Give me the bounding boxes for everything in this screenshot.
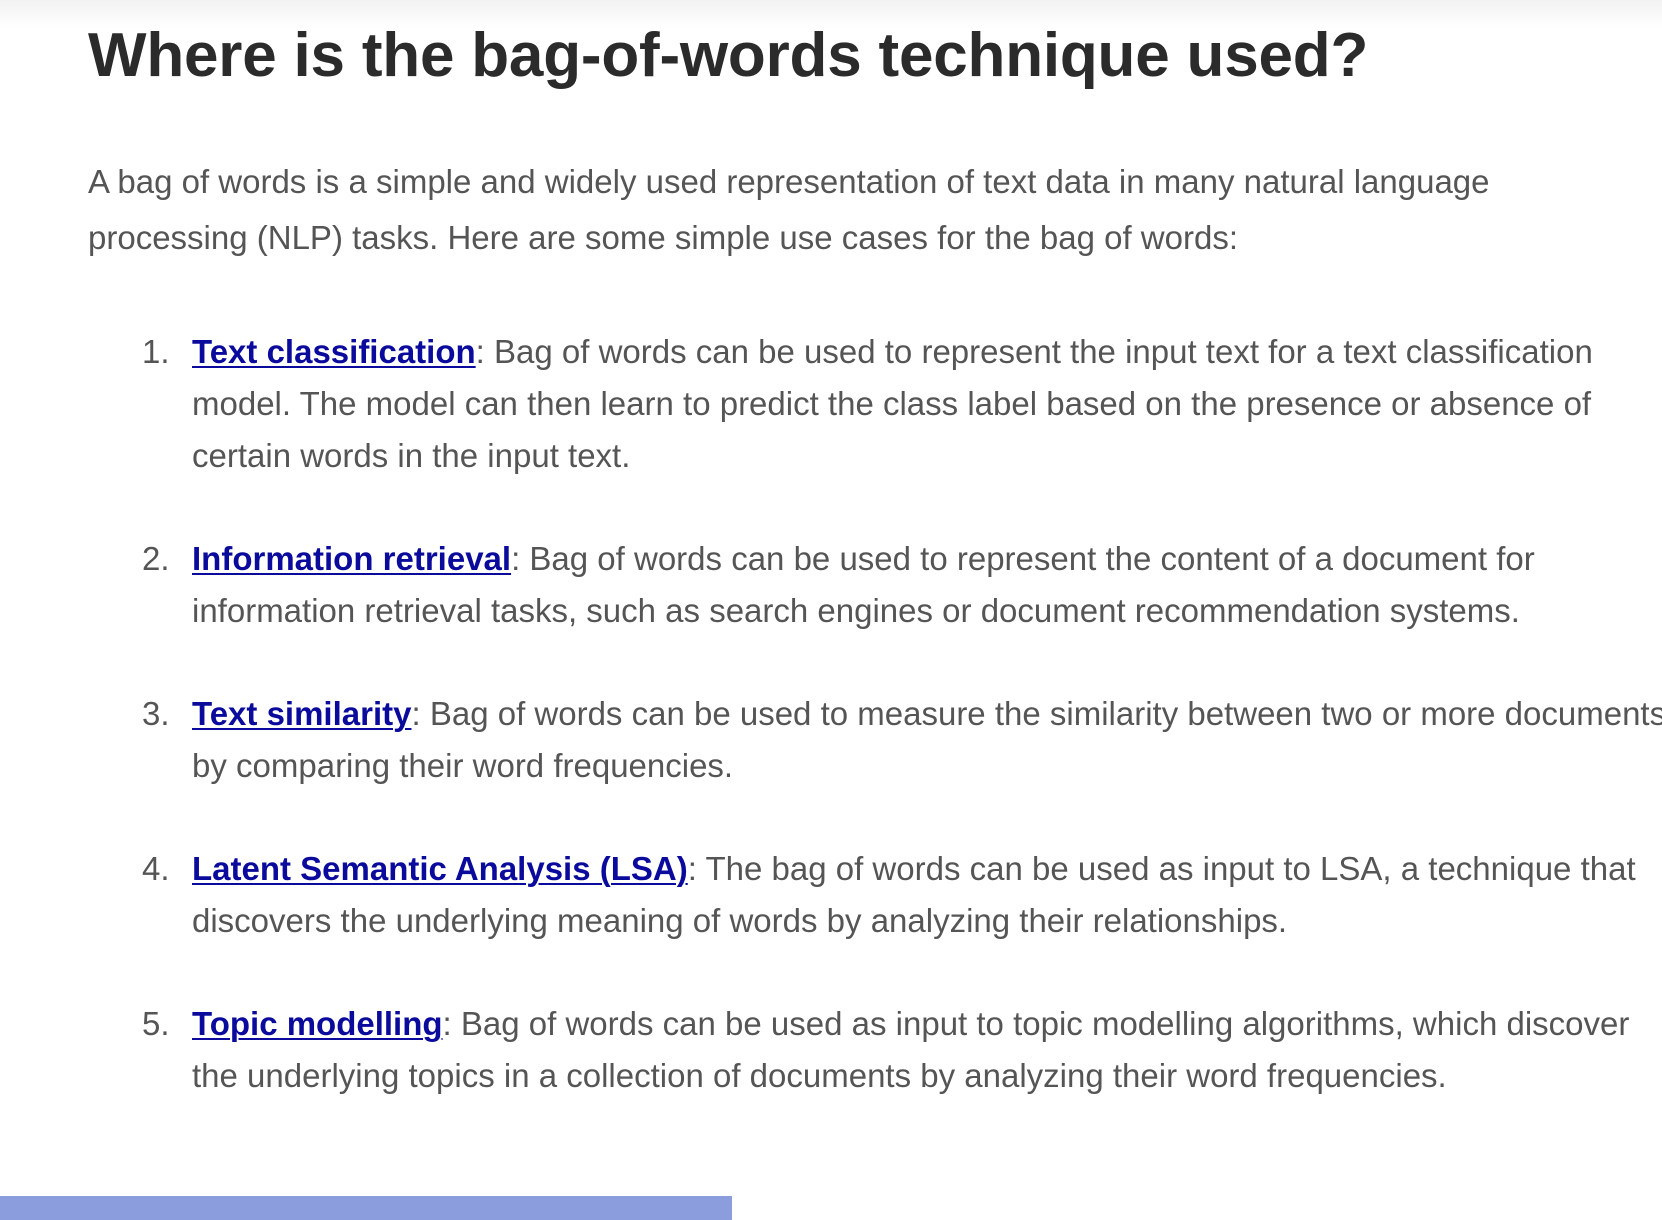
- article-content: Where is the bag-of-words technique used…: [88, 0, 1662, 1153]
- link-text-classification[interactable]: Text classification: [192, 333, 476, 370]
- list-item-number: 1.: [142, 333, 170, 370]
- use-case-list: 1. Text classification: Bag of words can …: [88, 326, 1662, 1102]
- link-latent-semantic-analysis[interactable]: Latent Semantic Analysis (LSA): [192, 850, 688, 887]
- list-item-number: 2.: [142, 540, 170, 577]
- list-item-colon: :: [687, 850, 697, 887]
- list-item-colon: :: [475, 333, 485, 370]
- link-information-retrieval[interactable]: Information retrieval: [192, 540, 511, 577]
- list-item-latent-semantic-analysis: 4. Latent Semantic Analysis (LSA): The ba…: [88, 843, 1662, 947]
- list-item-information-retrieval: 2. Information retrieval: Bag of words ca…: [88, 533, 1662, 637]
- link-text-similarity[interactable]: Text similarity: [192, 695, 411, 732]
- page-title: Where is the bag-of-words technique used…: [88, 21, 1369, 90]
- list-item-number: 5.: [142, 1005, 170, 1042]
- list-item-text-similarity: 3. Text similarity: Bag of words can be u…: [88, 688, 1662, 792]
- list-item-colon: :: [411, 695, 421, 732]
- list-item-colon: :: [442, 1005, 452, 1042]
- list-item-text-classification: 1. Text classification: Bag of words can …: [88, 326, 1662, 482]
- list-item-topic-modelling: 5. Topic modelling: Bag of words can be u…: [88, 998, 1662, 1102]
- list-item-number: 4.: [142, 850, 170, 887]
- link-topic-modelling[interactable]: Topic modelling: [192, 1005, 443, 1042]
- intro-paragraph: A bag of words is a simple and widely us…: [88, 163, 1490, 256]
- list-item-number: 3.: [142, 695, 170, 732]
- list-item-colon: :: [511, 540, 521, 577]
- text-selection-highlight: [0, 1196, 732, 1220]
